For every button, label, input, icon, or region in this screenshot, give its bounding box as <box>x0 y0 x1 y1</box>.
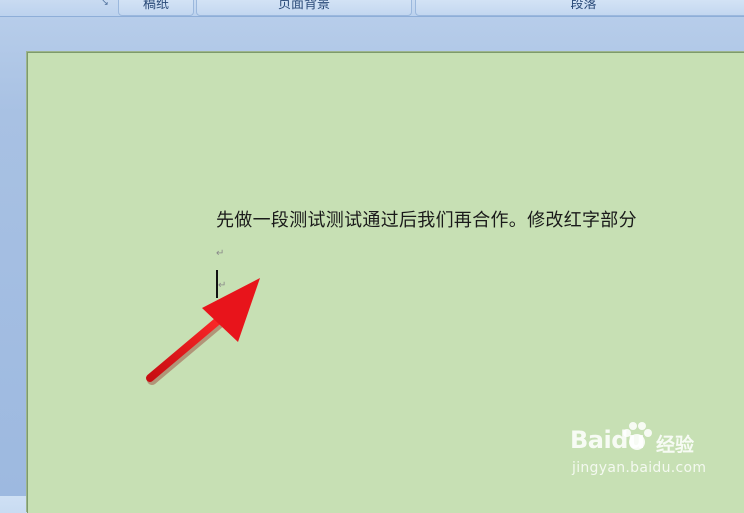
paw-icon <box>623 422 652 450</box>
watermark-suffix: 经验 <box>656 434 695 456</box>
ribbon-group-paragraph[interactable]: 段落 <box>415 0 744 16</box>
watermark-url: jingyan.baidu.com <box>572 460 707 476</box>
paragraph-mark: ↵ <box>216 248 225 259</box>
baidu-jingyan-watermark: Baidu 经验 jingyan.baidu.com <box>566 420 706 482</box>
ribbon-group-page-background[interactable]: 页面背景 <box>196 0 412 16</box>
document-text-line[interactable]: 先做一段测试测试通过后我们再合作。修改红字部分 <box>216 206 637 232</box>
red-arrow-annotation <box>146 278 260 385</box>
ribbon-group-manuscript[interactable]: 稿纸 <box>118 0 194 16</box>
dialog-launcher-icon[interactable]: ↘ <box>100 0 110 8</box>
ribbon-group-labels: ↘ 稿纸 页面背景 段落 <box>0 0 744 17</box>
